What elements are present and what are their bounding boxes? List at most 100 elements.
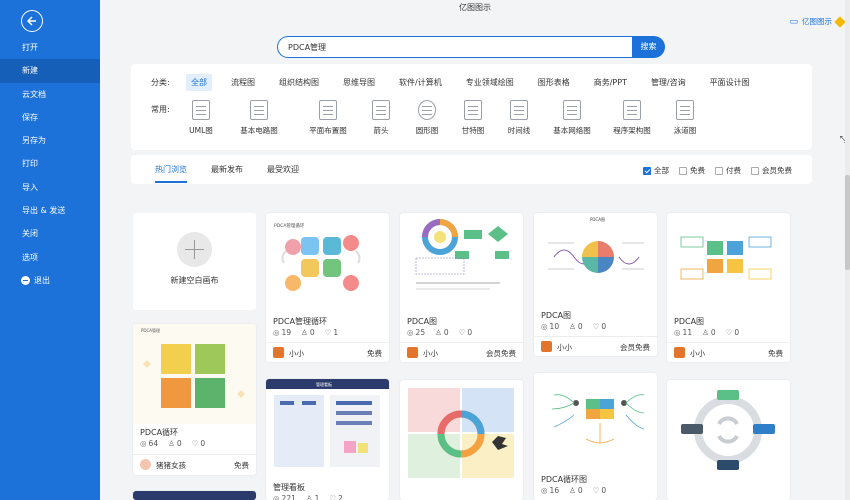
- filter-paid[interactable]: 付费: [715, 165, 741, 176]
- tabs: 热门浏览 最新发布 最受欢迎: [155, 164, 299, 183]
- avatar[interactable]: [140, 459, 151, 470]
- card-title: PDCA图: [541, 311, 572, 320]
- author-name[interactable]: 小小: [557, 342, 572, 353]
- card-stats: ◎ 64 ♙ 0 ♡ 0: [140, 439, 205, 448]
- category-org-chart[interactable]: 组织结构图: [274, 74, 324, 91]
- card-title: PDCA循环图: [541, 475, 588, 484]
- new-blank-label: 新建空白画布: [170, 276, 219, 285]
- template-thumbnail: [680, 236, 772, 280]
- template-card[interactable]: [133, 491, 256, 500]
- favs-stat: ♡ 0: [592, 486, 607, 495]
- card-title: PDCA管理循环: [273, 317, 328, 326]
- sidebar-item-save[interactable]: 保存: [0, 106, 100, 129]
- scrollbar[interactable]: [845, 0, 850, 500]
- sidebar-item-options[interactable]: 选项: [0, 246, 100, 269]
- sidebar-item-exit[interactable]: 退出: [0, 269, 100, 292]
- avatar[interactable]: [541, 341, 552, 352]
- template-card[interactable]: PDCA图 PDCA图 ◎ 10 ♙ 0 ♡ 0 小小 会员免费: [534, 213, 657, 356]
- category-mind-map[interactable]: 思维导图: [338, 74, 380, 91]
- avatar[interactable]: [674, 347, 685, 358]
- tab-hot[interactable]: 热门浏览: [155, 164, 187, 183]
- search-input[interactable]: [277, 36, 633, 58]
- common-swimlane[interactable]: 泳道图: [667, 100, 703, 136]
- card-stats: ◎ 25 ♙ 0 ♡ 0: [407, 328, 472, 337]
- author-name[interactable]: 猪猪女孩: [156, 460, 186, 471]
- eye-icon: ◎: [273, 328, 280, 337]
- scroll-thumb[interactable]: [845, 175, 850, 270]
- category-graphic-design[interactable]: 平面设计图: [705, 74, 755, 91]
- filter-free[interactable]: 免费: [679, 165, 705, 176]
- eye-icon: ◎: [674, 328, 681, 337]
- template-card[interactable]: PDCA管理循环 PDCA管理循环 ◎ 19 ♙ 0 ♡ 1 小小 免费: [266, 213, 389, 362]
- author-name[interactable]: 小小: [289, 348, 304, 359]
- sidebar-item-print[interactable]: 打印: [0, 152, 100, 175]
- template-card[interactable]: PDCA图 ◎ 25 ♙ 0 ♡ 0 小小 会员免费: [400, 213, 523, 362]
- category-list: 全部 流程图 组织结构图 思维导图 软件/计算机 专业领域绘图 图形表格 商务/…: [186, 74, 755, 91]
- common-floor-plan[interactable]: 平面布置图: [299, 100, 357, 136]
- sidebar-item-label: 退出: [34, 275, 50, 285]
- views-stat: ◎ 221: [273, 494, 296, 500]
- sidebar-item-open[interactable]: 打开: [0, 36, 100, 59]
- new-blank-canvas[interactable]: 新建空白画布: [133, 213, 256, 310]
- common-circle-diagram[interactable]: 圆形图: [409, 100, 445, 136]
- common-label: 常用:: [151, 105, 170, 114]
- template-card[interactable]: PDCA管理 PDCA循环 ◎ 64 ♙ 0 ♡ 0 猪猪女孩 免费: [133, 324, 256, 475]
- tab-latest[interactable]: 最新发布: [211, 164, 243, 175]
- category-professional[interactable]: 专业领域绘图: [461, 74, 519, 91]
- views-stat: ◎ 25: [407, 328, 426, 337]
- category-software[interactable]: 软件/计算机: [394, 74, 447, 91]
- common-architecture[interactable]: 程序架构图: [607, 100, 657, 136]
- thumb-title: PDCA图: [590, 216, 605, 222]
- back-button[interactable]: [21, 10, 43, 32]
- checkbox-checked-icon: [643, 166, 651, 175]
- avatar[interactable]: [407, 347, 418, 358]
- tab-bar: 热门浏览 最新发布 最受欢迎 全部 免费 付费 会员免费: [131, 155, 812, 184]
- common-circuit[interactable]: 基本电路图: [225, 100, 293, 136]
- thumbs-up-icon: ♙: [301, 328, 308, 337]
- sidebar-item-save-as[interactable]: 另存为: [0, 129, 100, 152]
- template-card[interactable]: [667, 380, 790, 500]
- exit-icon: [21, 275, 30, 285]
- eye-icon: ◎: [273, 494, 280, 500]
- tab-popular[interactable]: 最受欢迎: [267, 164, 299, 175]
- top-right-account[interactable]: ▭ 亿图图示: [789, 15, 846, 28]
- sidebar-item-export-send[interactable]: 导出 & 发送: [0, 199, 100, 222]
- template-card[interactable]: 管理看板 管理看板 ◎ 221 ♙ 1 ♡ 2: [266, 379, 389, 500]
- template-card[interactable]: PDCA图 ◎ 11 ♙ 0 ♡ 0 小小 免费: [667, 213, 790, 362]
- category-flowchart[interactable]: 流程图: [226, 74, 260, 91]
- sidebar-item-import[interactable]: 导入: [0, 176, 100, 199]
- author-name[interactable]: 小小: [690, 348, 705, 359]
- sidebar-item-cloud-docs[interactable]: 云文档: [0, 83, 100, 106]
- common-network[interactable]: 基本网络图: [547, 100, 597, 136]
- heart-icon: ♡: [458, 328, 466, 337]
- price-label: 免费: [768, 349, 783, 358]
- search-button[interactable]: 搜索: [632, 36, 665, 58]
- category-all[interactable]: 全部: [186, 74, 212, 91]
- filter-member-free[interactable]: 会员免费: [751, 165, 792, 176]
- common-gantt[interactable]: 甘特图: [455, 100, 491, 136]
- card-title: 管理看板: [273, 483, 305, 492]
- common-arrow[interactable]: 箭头: [363, 100, 399, 136]
- template-card[interactable]: [400, 380, 523, 500]
- card-author-row: 小小 会员免费: [400, 342, 523, 362]
- author-name[interactable]: 小小: [423, 348, 438, 359]
- sidebar-item-new[interactable]: 新建: [0, 59, 100, 83]
- favs-stat: ♡ 0: [191, 439, 206, 448]
- template-card[interactable]: PDCA循环图 ◎ 16 ♙ 0 ♡ 0: [534, 373, 657, 500]
- thumbs-up-icon: ♙: [569, 486, 576, 495]
- category-management[interactable]: 管理/咨询: [646, 74, 691, 91]
- card-title: PDCA循环: [140, 428, 179, 437]
- common-list: UML图 基本电路图 平面布置图 箭头 圆形图 甘特图 时间线 基本网络图 程序…: [183, 100, 703, 136]
- filter-all[interactable]: 全部: [643, 165, 669, 176]
- eye-icon: ◎: [407, 328, 414, 337]
- sidebar-item-close[interactable]: 关闭: [0, 222, 100, 245]
- eye-icon: ◎: [541, 486, 548, 495]
- avatar[interactable]: [273, 347, 284, 358]
- template-thumbnail: [415, 219, 509, 290]
- likes-stat: ♙ 1: [306, 494, 320, 500]
- thumbs-up-icon: ♙: [168, 439, 175, 448]
- common-uml[interactable]: UML图: [183, 100, 219, 136]
- common-timeline[interactable]: 时间线: [501, 100, 537, 136]
- category-graphic-table[interactable]: 图形表格: [533, 74, 575, 91]
- category-business-ppt[interactable]: 商务/PPT: [589, 74, 632, 91]
